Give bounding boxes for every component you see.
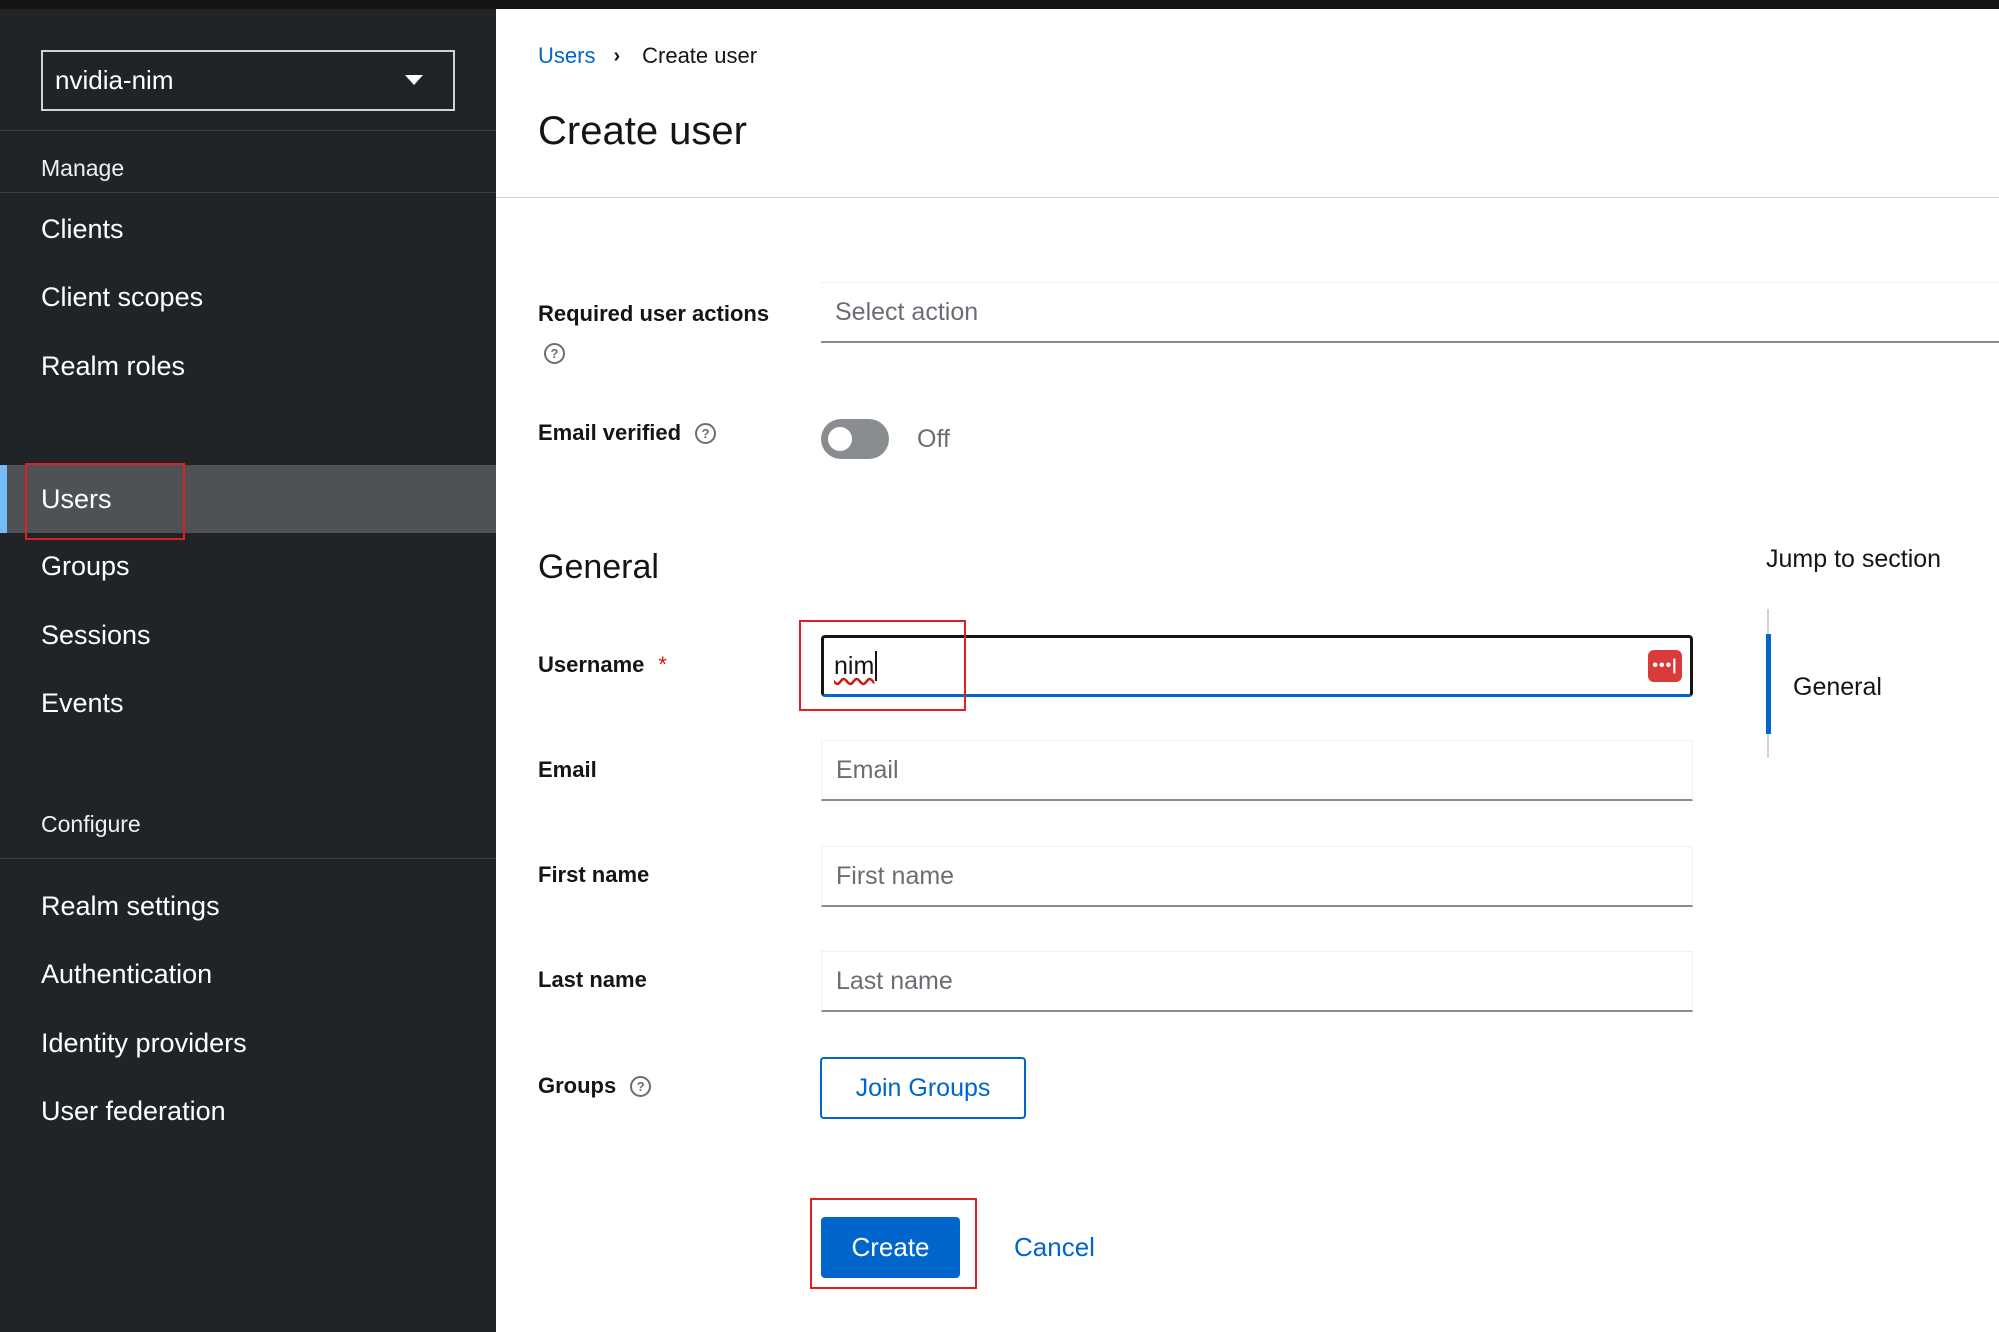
first-name-field[interactable] [821, 846, 1693, 907]
last-name-label-text: Last name [538, 967, 647, 992]
sidebar-item-label: Events [41, 687, 124, 718]
nav-divider [0, 858, 496, 859]
join-groups-button[interactable]: Join Groups [820, 1057, 1026, 1119]
sidebar-item-label: Realm settings [41, 890, 220, 921]
page-title: Create user [538, 109, 747, 153]
required-actions-select[interactable]: Select action [821, 282, 1999, 343]
realm-selector-value: nvidia-nim [55, 65, 174, 95]
realm-selector[interactable]: nvidia-nim [41, 50, 455, 111]
jump-to-section-title: Jump to section [1766, 545, 1942, 573]
help-icon[interactable]: ? [630, 1075, 652, 1097]
section-title-general: General [538, 548, 659, 586]
email-label-text: Email [538, 757, 597, 782]
main-content: Users › Create user Create user Required… [496, 9, 1999, 1332]
sidebar-item-label: Sessions [41, 619, 151, 650]
sidebar-item-client-scopes[interactable]: Client scopes [0, 263, 496, 331]
sidebar-item-user-federation[interactable]: User federation [0, 1077, 496, 1145]
breadcrumb-users-link[interactable]: Users [538, 43, 595, 69]
nav-divider [0, 192, 496, 193]
username-label: Username * [538, 652, 667, 678]
groups-label: Groups ? [538, 1073, 652, 1099]
email-label: Email [538, 757, 597, 783]
required-indicator: * [658, 652, 667, 677]
groups-label-text: Groups [538, 1073, 617, 1098]
create-button[interactable]: Create [821, 1217, 960, 1278]
cancel-button[interactable]: Cancel [1014, 1232, 1095, 1263]
nav-section-configure: Configure [41, 811, 141, 837]
sidebar-item-authentication[interactable]: Authentication [0, 940, 496, 1008]
required-actions-label-text: Required user actions [538, 301, 770, 326]
sidebar-item-label: Realm roles [41, 350, 186, 381]
sidebar-item-realm-settings[interactable]: Realm settings [0, 872, 496, 940]
sidebar-item-label: User federation [41, 1095, 226, 1126]
first-name-label: First name [538, 862, 649, 888]
sidebar-item-groups[interactable]: Groups [0, 532, 496, 600]
help-icon[interactable]: ? [544, 343, 565, 364]
nav-divider [0, 130, 496, 131]
sidebar-item-label: Groups [41, 550, 130, 581]
jump-item-general[interactable]: General [1793, 673, 1882, 702]
username-field[interactable]: nim •••| [821, 635, 1693, 697]
last-name-field[interactable] [821, 951, 1693, 1012]
email-verified-toggle[interactable] [821, 419, 889, 459]
email-field[interactable] [821, 740, 1693, 801]
breadcrumb: Users › Create user [538, 43, 757, 69]
sidebar-item-sessions[interactable]: Sessions [0, 601, 496, 669]
header-divider [496, 197, 1999, 198]
sidebar-item-label: Authentication [41, 958, 213, 989]
required-actions-placeholder: Select action [835, 297, 979, 326]
toggle-knob [828, 427, 852, 451]
password-manager-icon[interactable]: •••| [1648, 650, 1682, 682]
text-cursor [875, 651, 878, 681]
username-value: nim [834, 651, 875, 680]
sidebar: nvidia-nim Manage Clients Client scopes … [0, 9, 496, 1332]
sidebar-item-events[interactable]: Events [0, 669, 496, 737]
sidebar-item-identity-providers[interactable]: Identity providers [0, 1009, 496, 1077]
sidebar-item-label: Users [41, 483, 112, 514]
sidebar-item-label: Client scopes [41, 281, 204, 312]
jump-active-indicator [1766, 634, 1771, 734]
sidebar-item-clients[interactable]: Clients [0, 195, 496, 263]
caret-down-icon [405, 75, 423, 85]
email-verified-label-text: Email verified [538, 420, 682, 445]
nav-section-manage: Manage [41, 155, 125, 181]
username-label-text: Username [538, 652, 645, 677]
sidebar-item-users[interactable]: Users [0, 465, 496, 533]
required-actions-help: ? [538, 343, 565, 364]
chevron-right-icon: › [613, 44, 621, 67]
breadcrumb-current: Create user [642, 43, 758, 68]
sidebar-item-realm-roles[interactable]: Realm roles [0, 332, 496, 400]
last-name-label: Last name [538, 967, 647, 993]
email-verified-label: Email verified ? [538, 420, 717, 446]
help-icon[interactable]: ? [695, 422, 717, 444]
sidebar-item-label: Clients [41, 213, 124, 244]
email-verified-state: Off [917, 425, 950, 453]
sidebar-item-label: Identity providers [41, 1027, 247, 1058]
required-actions-label: Required user actions [538, 301, 769, 327]
first-name-label-text: First name [538, 862, 650, 887]
top-bar [0, 0, 1999, 9]
